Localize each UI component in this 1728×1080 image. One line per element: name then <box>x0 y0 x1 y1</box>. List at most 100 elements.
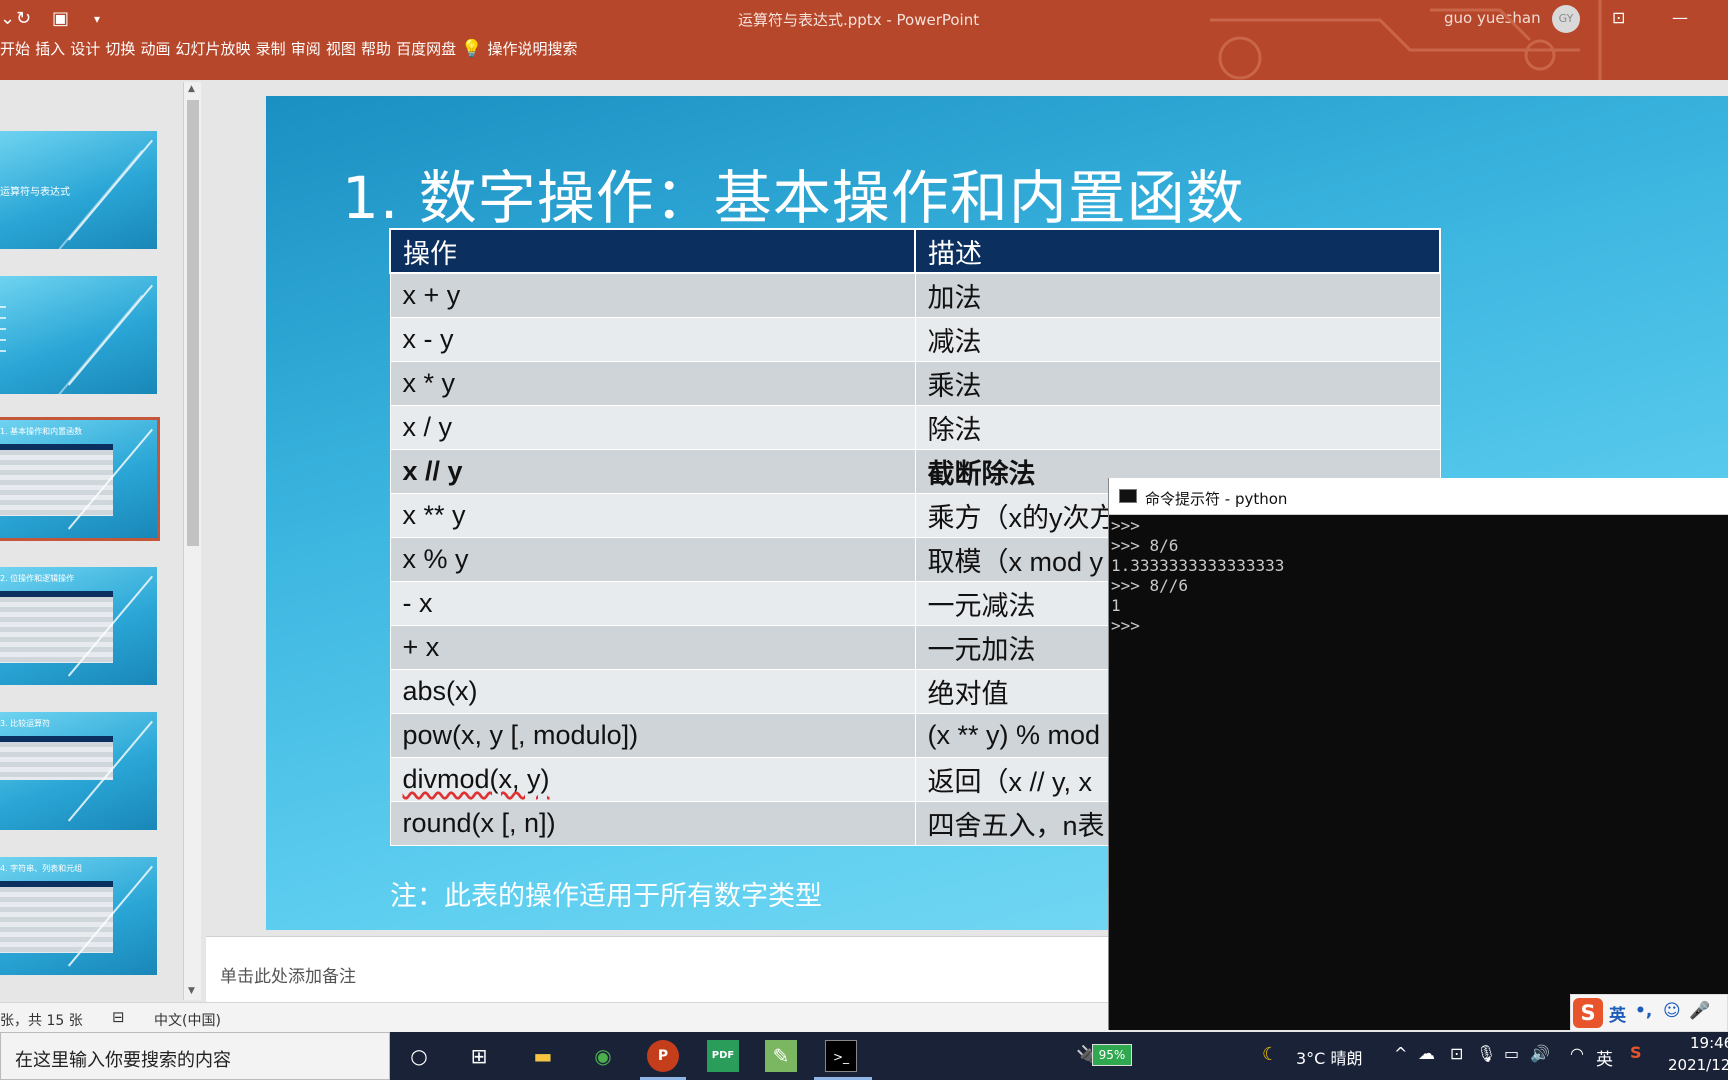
slide-thumbnail-4[interactable]: 2. 位操作和逻辑操作 <box>0 567 157 685</box>
redo-icon[interactable]: ↻ <box>16 8 31 29</box>
notes-pane[interactable]: 单击此处添加备注 <box>206 936 1108 1002</box>
op-cell: + x <box>389 624 916 670</box>
cloud-icon[interactable]: ☁ <box>1418 1044 1435 1064</box>
cmd-output[interactable]: >>> >>> 8/6 1.3333333333333333 >>> 8//6 … <box>1111 516 1284 636</box>
slide-count: 张，共 15 张 <box>0 1013 83 1029</box>
slide-thumbnail-6[interactable]: 4. 字符串、列表和元组 <box>0 857 157 975</box>
taskbar-search[interactable]: 在这里输入你要搜索的内容 <box>0 1032 390 1080</box>
moon-icon: ☾ <box>1262 1044 1279 1065</box>
op-cell: x + y <box>389 272 916 318</box>
op-cell: pow(x, y [, modulo]) <box>389 712 916 758</box>
thumbnail-title: 4. 字符串、列表和元组 <box>0 864 83 873</box>
taskbar: 在这里输入你要搜索的内容 ○ ⊞ ▬ ◉ P PDF ✎ >_ 🔌 95% ☾ … <box>0 1032 1728 1080</box>
cmd-taskbar-icon[interactable]: >_ <box>825 1040 857 1072</box>
task-view-icon[interactable]: ⊞ <box>463 1040 495 1072</box>
language-indicator[interactable]: 中文(中国) <box>154 1010 221 1030</box>
ime-mode[interactable]: 英 <box>1609 1001 1626 1026</box>
tell-me-search[interactable]: 操作说明搜索 <box>487 40 577 58</box>
slide-thumbnail-1[interactable]: 运算符与表达式 <box>0 131 157 249</box>
wifi-icon[interactable]: ◠ <box>1570 1044 1584 1063</box>
sogou-icon[interactable]: S <box>1573 998 1603 1028</box>
pdf-app-icon[interactable]: PDF <box>707 1040 739 1072</box>
ime-punct[interactable]: •, <box>1635 1001 1652 1021</box>
network-icon[interactable]: ⊡ <box>1450 1044 1463 1063</box>
notepad-icon[interactable]: ✎ <box>765 1040 797 1072</box>
undo-icon[interactable]: ⌄ <box>0 8 15 29</box>
tab-home[interactable]: 开始 <box>0 40 30 58</box>
op-cell: x / y <box>389 404 916 450</box>
ime-toolbar[interactable]: S 英 •, ☺ 🎤 <box>1570 994 1728 1032</box>
battery-indicator[interactable]: 95% <box>1092 1044 1132 1066</box>
tab-transitions[interactable]: 切换 <box>105 40 135 58</box>
chrome-icon[interactable]: ◉ <box>587 1040 619 1072</box>
desc-cell: 除法 <box>914 404 1441 450</box>
thumbnail-title: 3. 比较运算符 <box>0 719 51 728</box>
slide-footnote[interactable]: 注：此表的操作适用于所有数字类型 <box>390 874 822 913</box>
tab-design[interactable]: 设计 <box>70 40 100 58</box>
op-cell: round(x [, n]) <box>389 800 916 846</box>
slide-thumbnail-2[interactable] <box>0 276 157 394</box>
console-line: >>> <box>1111 616 1140 635</box>
slide-thumbnail-3[interactable]: 1. 基本操作和内置函数 <box>0 417 160 541</box>
console-line: >>> <box>1111 516 1140 535</box>
tab-review[interactable]: 审阅 <box>291 40 321 58</box>
table-header-row: 操作 描述 <box>389 228 1441 274</box>
file-explorer-icon[interactable]: ▬ <box>527 1040 559 1072</box>
header-description: 描述 <box>914 228 1441 274</box>
op-cell: divmod(x, y) <box>389 756 916 802</box>
thumbnail-scrollbar[interactable]: ▲ ▼ <box>183 82 201 1000</box>
weather-text[interactable]: 3°C 晴朗 <box>1296 1045 1362 1069</box>
op-cell: x * y <box>389 360 916 406</box>
lightbulb-icon[interactable]: 💡 <box>461 39 482 59</box>
scroll-up-icon[interactable]: ▲ <box>188 84 195 94</box>
cortana-icon[interactable]: ○ <box>403 1040 435 1072</box>
op-cell: x % y <box>389 536 916 582</box>
sogou-tray-icon[interactable]: S <box>1630 1043 1642 1062</box>
header-operation: 操作 <box>389 228 916 274</box>
tab-slideshow[interactable]: 幻灯片放映 <box>176 40 251 58</box>
microphone-tray-icon[interactable]: 🎙 <box>1476 1044 1496 1063</box>
op-cell: abs(x) <box>389 668 916 714</box>
chevron-up-icon[interactable]: ^ <box>1394 1044 1407 1063</box>
thumbnail-title: 运算符与表达式 <box>0 187 70 198</box>
op-cell: x // y <box>389 448 916 494</box>
desc-cell: 减法 <box>914 316 1441 362</box>
clock-time[interactable]: 19:46 <box>1690 1034 1728 1052</box>
thumbnail-title: 1. 基本操作和内置函数 <box>0 427 83 436</box>
microphone-icon[interactable]: 🎤 <box>1689 1001 1710 1021</box>
emoji-icon[interactable]: ☺ <box>1663 1001 1681 1021</box>
desc-cell: 乘法 <box>914 360 1441 406</box>
tray-lang[interactable]: 英 <box>1596 1045 1613 1070</box>
tab-insert[interactable]: 插入 <box>35 40 65 58</box>
cmd-title-bar[interactable]: 命令提示符 - python <box>1109 478 1728 515</box>
customize-icon[interactable]: ▾ <box>94 12 100 26</box>
tab-view[interactable]: 视图 <box>326 40 356 58</box>
accessibility-icon[interactable]: ⊟ <box>112 1008 125 1026</box>
console-line: 1 <box>1111 596 1121 615</box>
scrollbar-thumb[interactable] <box>187 100 199 546</box>
battery-tray-icon[interactable]: ▭ <box>1504 1044 1519 1063</box>
status-bar: 张，共 15 张 ⊟ 中文(中国) <box>0 1002 1110 1032</box>
console-line: >>> 8//6 <box>1111 576 1189 595</box>
table-row: x - y 减法 <box>389 316 1441 362</box>
slide-thumbnail-5[interactable]: 3. 比较运算符 <box>0 712 157 830</box>
powerpoint-icon[interactable]: P <box>647 1040 679 1072</box>
spellcheck-text: divmod(x, y) <box>402 763 550 794</box>
console-line: 1.3333333333333333 <box>1111 556 1285 575</box>
table-row: x + y 加法 <box>389 272 1441 318</box>
op-cell: x - y <box>389 316 916 362</box>
scroll-down-icon[interactable]: ▼ <box>188 986 195 996</box>
cmd-title: 命令提示符 - python <box>1145 490 1288 508</box>
clock-date[interactable]: 2021/12 <box>1668 1056 1728 1074</box>
cmd-window[interactable]: 命令提示符 - python >>> >>> 8/6 1.33333333333… <box>1108 478 1728 1030</box>
tab-animations[interactable]: 动画 <box>140 40 170 58</box>
thumbnail-pane: 运算符与表达式 1. 基本操作和内置函数 2. 位操作和逻辑操作 3. 比较运算… <box>0 80 190 1002</box>
tab-help[interactable]: 帮助 <box>361 40 391 58</box>
volume-icon[interactable]: 🔊 <box>1530 1044 1550 1063</box>
tab-record[interactable]: 录制 <box>256 40 286 58</box>
desc-cell: 加法 <box>914 272 1441 318</box>
notes-placeholder: 单击此处添加备注 <box>220 967 356 987</box>
slide-title[interactable]: 1. 数字操作：基本操作和内置函数 <box>342 151 1245 235</box>
slideshow-icon[interactable]: ▣ <box>52 8 69 29</box>
tab-baidu-netdisk[interactable]: 百度网盘 <box>396 40 456 58</box>
